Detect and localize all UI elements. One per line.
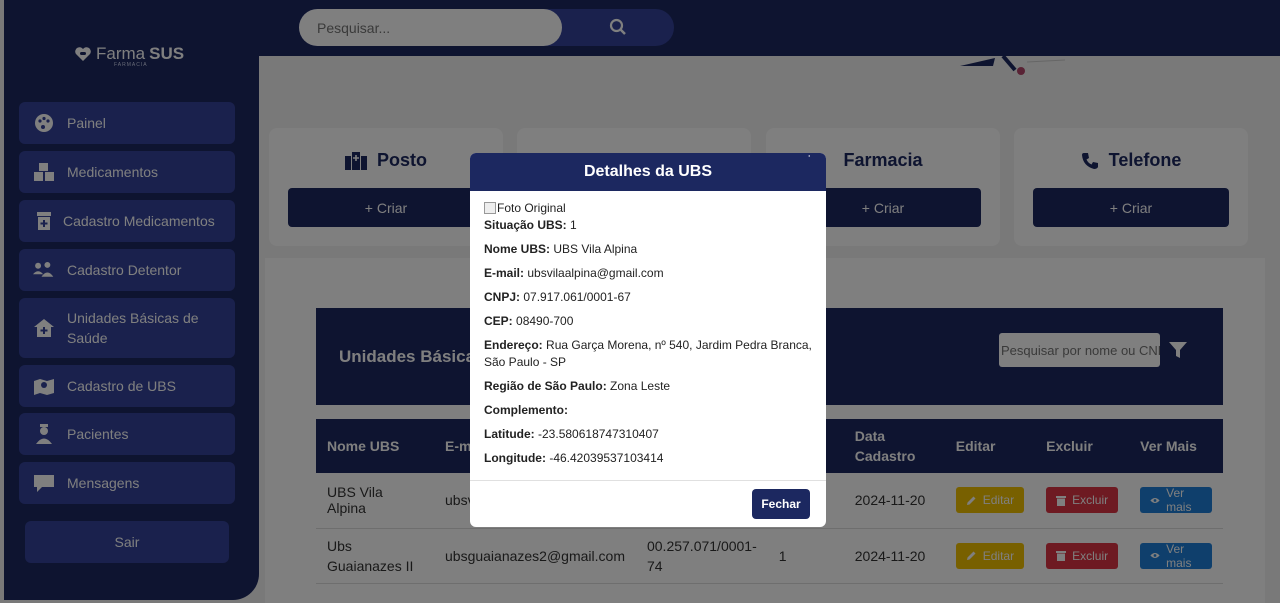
field-label: Longitude: — [484, 451, 546, 465]
field-label: CNPJ: — [484, 290, 521, 304]
field-value: 08490-700 — [516, 314, 574, 328]
field-value: 1 — [570, 218, 577, 232]
ubs-details-modal: Detalhes da UBS ˙ Foto Original Situação… — [470, 153, 826, 527]
modal-footer: Fechar — [470, 480, 826, 527]
field-label: Situação UBS: — [484, 218, 567, 232]
field-label: CEP: — [484, 314, 513, 328]
field-endereco: Endereço: Rua Garça Morena, nº 540, Jard… — [484, 337, 812, 371]
photo-alt-text: Foto Original — [497, 201, 566, 215]
field-regiao: Região de São Paulo: Zona Leste — [484, 378, 812, 395]
field-label: Nome UBS: — [484, 242, 551, 256]
broken-image-icon — [484, 202, 496, 214]
field-complemento: Complemento: — [484, 402, 812, 419]
modal-title: Detalhes da UBS — [583, 163, 713, 180]
ubs-photo: Foto Original — [484, 201, 812, 215]
modal-body: Foto Original Situação UBS: 1 Nome UBS: … — [470, 191, 826, 467]
field-value: 07.917.061/0001-67 — [523, 290, 631, 304]
field-situacao: Situação UBS: 1 — [484, 217, 812, 234]
field-longitude: Longitude: -46.42039537103414 — [484, 450, 812, 467]
field-label: Endereço: — [484, 338, 543, 352]
field-email: E-mail: ubsvilaalpina@gmail.com — [484, 265, 812, 282]
field-value: UBS Vila Alpina — [553, 242, 638, 256]
field-nome: Nome UBS: UBS Vila Alpina — [484, 241, 812, 258]
field-value: -46.42039537103414 — [549, 451, 664, 465]
field-label: Complemento: — [484, 403, 568, 417]
field-label: Região de São Paulo: — [484, 379, 607, 393]
field-cep: CEP: 08490-700 — [484, 313, 812, 330]
field-value: Zona Leste — [610, 379, 671, 393]
modal-header: Detalhes da UBS ˙ — [470, 153, 826, 191]
field-value: ubsvilaalpina@gmail.com — [527, 266, 664, 280]
field-cnpj: CNPJ: 07.917.061/0001-67 — [484, 289, 812, 306]
field-label: E-mail: — [484, 266, 525, 280]
field-value: -23.580618747310407 — [538, 427, 659, 441]
field-label: Latitude: — [484, 427, 535, 441]
close-button[interactable]: Fechar — [752, 489, 810, 519]
field-latitude: Latitude: -23.580618747310407 — [484, 426, 812, 443]
close-icon[interactable]: ˙ — [808, 155, 811, 166]
